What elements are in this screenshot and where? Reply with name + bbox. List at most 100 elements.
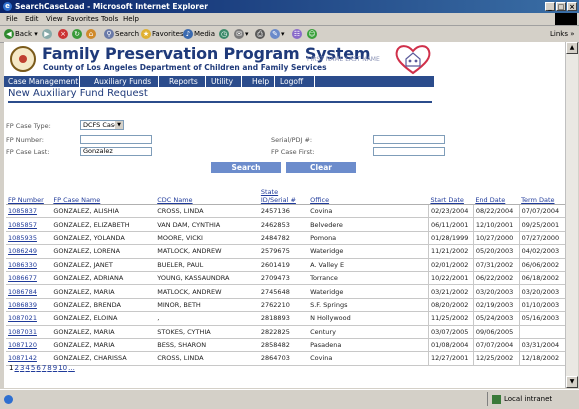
nav-reports[interactable]: Reports <box>159 76 206 87</box>
intranet-icon <box>492 395 501 404</box>
maximize-button[interactable]: □ <box>556 2 566 11</box>
search-button[interactable]: Search <box>211 162 281 173</box>
cell-fp-number[interactable]: 1086249 <box>6 244 52 259</box>
cell-cdc-name: , <box>155 311 259 326</box>
case-first-input[interactable] <box>373 147 445 156</box>
menu-edit[interactable]: Edit <box>25 15 39 23</box>
status-bar: Local intranet <box>0 389 579 409</box>
back-button[interactable]: ◀ Back ▾ <box>4 28 38 40</box>
cell-cdc-name: BUELER, PAUL <box>155 258 259 272</box>
media-button[interactable]: ♪ Media <box>183 28 215 40</box>
discuss-button[interactable]: ☷ <box>292 28 303 40</box>
cell-start-date: 03/21/2002 <box>427 284 474 299</box>
mail-icon: ✉ <box>234 29 244 39</box>
col-fp-case-name[interactable]: FP Case Name <box>51 188 156 205</box>
history-button[interactable]: ◷ <box>219 28 230 40</box>
cell-fp-number[interactable]: 1085935 <box>6 231 52 246</box>
page-link[interactable]: 2 <box>14 364 18 372</box>
links-button[interactable]: Links » <box>550 28 575 40</box>
cell-term-date <box>518 325 565 339</box>
col-office[interactable]: Office <box>308 188 429 205</box>
serial-input[interactable] <box>373 135 445 144</box>
col-term-date[interactable]: Term Date <box>519 188 565 205</box>
scroll-up-icon[interactable]: ▲ <box>566 42 578 54</box>
page-link[interactable]: 3 <box>20 364 24 372</box>
nav-logoff[interactable]: Logoff <box>275 76 315 87</box>
scroll-down-icon[interactable]: ▼ <box>566 376 578 388</box>
vertical-scrollbar[interactable]: ▲ ▼ <box>565 42 578 388</box>
cell-fp-number[interactable]: 1085857 <box>6 217 52 232</box>
cell-state-id: 2818893 <box>258 311 309 326</box>
page-link[interactable]: 6 <box>36 364 40 372</box>
page-link[interactable]: ... <box>68 364 75 372</box>
menu-view[interactable]: View <box>46 15 63 23</box>
cell-cdc-name: MATLOCK, ANDREW <box>155 244 259 259</box>
title-divider <box>8 101 432 103</box>
menu-help[interactable]: Help <box>123 15 139 23</box>
col-state-id[interactable]: State ID/Serial # <box>258 188 309 205</box>
nav-utility[interactable]: Utility <box>206 76 242 87</box>
cell-office: N Hollywood <box>308 311 429 326</box>
cell-fp-number[interactable]: 1085837 <box>6 204 52 219</box>
clear-button[interactable]: Clear <box>286 162 356 173</box>
close-button[interactable]: × <box>567 2 577 11</box>
messenger-button[interactable]: ☺ <box>307 28 318 40</box>
cell-term-date: 12/18/2002 <box>518 351 565 366</box>
cell-office: Wateridge <box>308 244 429 259</box>
page-link[interactable]: 10 <box>58 364 67 372</box>
page-link[interactable]: 5 <box>31 364 35 372</box>
cell-office: Wateridge <box>308 284 429 299</box>
page-link[interactable]: 7 <box>42 364 46 372</box>
user-name: FIRST NAME LAST NAME <box>307 56 380 63</box>
menu-bar: File Edit View Favorites Tools Help <box>0 13 579 26</box>
nav-help[interactable]: Help <box>242 76 275 87</box>
favorites-button[interactable]: ★ Favorites <box>141 28 184 40</box>
back-arrow-icon: ◀ <box>4 29 14 39</box>
fp-number-input[interactable] <box>80 135 152 144</box>
window-titlebar: e SearchCaseLoad - Microsoft Internet Ex… <box>0 0 579 13</box>
refresh-button[interactable]: ↻ <box>72 28 83 40</box>
cell-term-date: 07/07/2004 <box>518 204 565 219</box>
cell-term-date: 06/18/2002 <box>518 271 565 286</box>
mail-button[interactable]: ✉ ▾ <box>234 28 249 40</box>
nav-case-management[interactable]: Case Management <box>4 76 80 87</box>
menu-favorites[interactable]: Favorites <box>67 15 99 23</box>
cell-end-date: 05/24/2003 <box>472 311 520 326</box>
page-link[interactable]: 9 <box>53 364 57 372</box>
cell-fp-number[interactable]: 1087021 <box>6 311 52 326</box>
page-link[interactable]: 4 <box>25 364 29 372</box>
col-fp-number[interactable]: FP Number <box>6 188 52 205</box>
menu-file[interactable]: File <box>6 15 18 23</box>
search-button[interactable]: ⚲ Search <box>104 28 139 40</box>
col-start-date[interactable]: Start Date <box>428 188 474 205</box>
print-button[interactable]: ⎙ <box>255 28 266 40</box>
star-icon: ★ <box>141 29 151 39</box>
case-type-select[interactable]: DCFS Case ▼ <box>80 120 124 130</box>
case-last-input[interactable]: Gonzalez <box>80 147 152 156</box>
table-row: 1087142 GONZALEZ, CHARISSA CROSS, LINDA 286… <box>6 351 565 366</box>
cell-end-date: 07/07/2004 <box>472 338 520 353</box>
cell-start-date: 12/27/2001 <box>427 351 474 366</box>
stop-button[interactable]: × <box>58 28 69 40</box>
cell-office: Pomona <box>308 231 429 246</box>
cell-fp-number[interactable]: 1086677 <box>6 271 52 286</box>
ie-icon: e <box>3 2 12 11</box>
cell-office: S.F. Springs <box>308 298 429 313</box>
family-heart-logo-icon <box>395 45 431 75</box>
home-button[interactable]: ⌂ <box>86 28 97 40</box>
forward-button[interactable]: ▶ <box>42 28 53 40</box>
cell-fp-number[interactable]: 1086839 <box>6 298 52 313</box>
cell-term-date: 06/06/2002 <box>518 258 565 272</box>
edit-button[interactable]: ✎ ▾ <box>270 28 285 40</box>
page-link[interactable]: 8 <box>47 364 51 372</box>
nav-auxiliary-funds[interactable]: Auxiliary Funds <box>80 76 159 87</box>
cell-fp-number[interactable]: 1087031 <box>6 325 52 339</box>
minimize-button[interactable]: _ <box>545 2 555 11</box>
cell-fp-number[interactable]: 1086330 <box>6 258 52 272</box>
cell-cdc-name: MOORE, VICKI <box>155 231 259 246</box>
cell-fp-number[interactable]: 1086784 <box>6 284 52 299</box>
col-end-date[interactable]: End Date <box>473 188 520 205</box>
col-cdc-name[interactable]: CDC Name <box>155 188 259 205</box>
cell-fp-number[interactable]: 1087120 <box>6 338 52 353</box>
menu-tools[interactable]: Tools <box>101 15 118 23</box>
